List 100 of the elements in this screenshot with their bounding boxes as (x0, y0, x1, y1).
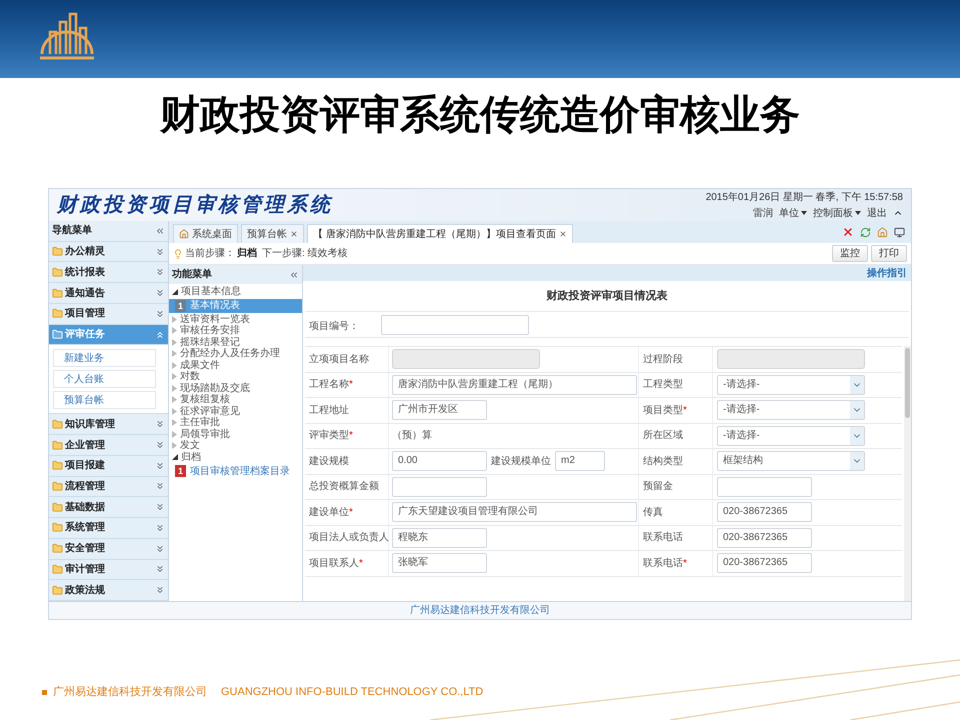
nav-item[interactable]: 基础数据 (49, 497, 168, 518)
home-icon (179, 229, 189, 239)
copyright-text: 广州易达建信科技开发有限公司 (410, 604, 550, 618)
nav-item[interactable]: 企业管理 (49, 435, 168, 456)
submenu-item[interactable]: 个人台账 (53, 370, 156, 388)
header-link[interactable]: 雷润 (753, 206, 773, 220)
field-label: 传真 (643, 506, 663, 520)
submenu-item[interactable]: 预算台帐 (53, 391, 156, 410)
folder-icon (52, 288, 63, 299)
tab[interactable]: 预算台帐 (241, 224, 304, 243)
expand-icon (155, 308, 165, 319)
tree-item[interactable]: 复核组复核 (180, 394, 230, 406)
expand-icon (155, 460, 165, 471)
nav-title: 导航菜单 (52, 223, 92, 238)
tree-item[interactable]: 归档 (181, 452, 201, 463)
nav-item[interactable]: 审计管理 (49, 560, 168, 580)
tree-item[interactable]: 送审资料一览表 (180, 314, 250, 325)
field-label: 建设规模 (309, 454, 349, 469)
submenu-item[interactable]: 新建业务 (53, 349, 156, 368)
folder-icon (52, 246, 63, 258)
field-label: 建设规模单位 (491, 454, 551, 469)
field-label: 项目联系人* (309, 556, 363, 571)
date-time: 2015年01月26日 星期一 春季, 下午 15:57:58 (706, 190, 903, 204)
expanded-arrow-icon[interactable] (172, 454, 178, 460)
folder-icon (52, 329, 63, 340)
tree-item[interactable]: 主任审批 (180, 417, 220, 428)
tree-item[interactable]: 现场踏勘及交底 (180, 382, 250, 394)
input-field[interactable]: 0.00 (392, 451, 487, 472)
expand-icon (155, 481, 165, 492)
expand-icon (155, 440, 165, 450)
folder-icon (52, 440, 63, 450)
input-field[interactable]: 020-38672365 (717, 502, 812, 522)
input-field[interactable]: 020-38672365 (717, 553, 812, 574)
input-field[interactable] (392, 476, 487, 497)
folder-icon (52, 564, 63, 575)
close-icon[interactable] (558, 230, 567, 238)
input-field[interactable]: 020-38672365 (717, 528, 812, 548)
window-icon[interactable] (894, 226, 905, 238)
close-icon[interactable] (842, 226, 854, 238)
footer-company: 广州易达建信科技开发有限公司 (53, 684, 207, 700)
expand-icon (155, 267, 165, 278)
header-link[interactable]: 退出 (867, 206, 887, 220)
input-field[interactable] (717, 476, 812, 497)
tree-item[interactable]: 摇珠结果登记 (180, 336, 240, 348)
field-label: 项目法人或负责人 (309, 530, 389, 546)
select-field[interactable]: -请选择- (717, 374, 865, 395)
expanded-arrow-icon[interactable] (172, 288, 178, 295)
input-field[interactable]: 张晓军 (392, 553, 487, 574)
action-button[interactable]: 打印 (871, 245, 907, 262)
folder-icon (52, 418, 63, 430)
input-field[interactable]: 唐家消防中队营房重建工程（尾期） (392, 374, 637, 395)
tree-item[interactable]: 发文 (180, 440, 200, 452)
scrollbar[interactable] (904, 346, 911, 601)
nav-item[interactable]: 通知通告 (49, 283, 168, 304)
select-field[interactable]: -请选择- (717, 400, 865, 420)
header-link[interactable]: 控制面板 (813, 206, 861, 220)
field-value: （预）算 (392, 429, 432, 444)
input-field[interactable]: 广州市开发区 (392, 400, 487, 420)
field-label: 工程名称* (309, 378, 353, 392)
field-label: 项目类型* (643, 404, 687, 418)
close-icon[interactable] (290, 230, 298, 238)
field-label: 结构类型 (643, 454, 683, 469)
tree-item[interactable]: 审核任务安排 (180, 325, 240, 336)
nav-item[interactable]: 安全管理 (49, 538, 168, 560)
tree-item[interactable]: 成果文件 (180, 360, 220, 371)
expand-icon (155, 564, 165, 574)
nav-item[interactable]: 知识库管理 (49, 414, 168, 436)
nav-item[interactable]: 系统管理 (49, 518, 168, 539)
guide-link[interactable]: 操作指引 (867, 266, 907, 280)
field-label: 联系电话* (643, 556, 687, 571)
nav-item[interactable]: 流程管理 (49, 476, 168, 498)
input-field[interactable] (381, 314, 529, 334)
expand-icon (155, 246, 165, 257)
number-badge: 1 (175, 465, 186, 477)
tree-item[interactable]: 项目基本信息 (181, 286, 241, 298)
refresh-icon[interactable] (860, 226, 871, 238)
select-field[interactable]: -请选择- (717, 426, 865, 446)
input-field[interactable]: 程晓东 (392, 528, 487, 548)
nav-item[interactable]: 办公精灵 (49, 242, 168, 262)
input-field[interactable]: m2 (555, 451, 605, 472)
input-field[interactable]: 广东天望建设项目管理有限公司 (392, 502, 637, 522)
tree-item[interactable]: 分配经办人及任务办理 (180, 348, 280, 360)
folder-icon (52, 502, 63, 513)
expand-icon (155, 288, 165, 298)
lightbulb-icon (173, 248, 183, 258)
tree-item[interactable]: 局领导审批 (180, 428, 230, 440)
folder-icon (52, 480, 63, 492)
tree-item[interactable]: 对数 (180, 371, 200, 382)
tab[interactable]: 【 唐家消防中队营房重建工程（尾期）】项目查看页面 (307, 224, 573, 243)
tree-leaf[interactable]: 1 基本情况表 (169, 298, 302, 312)
nav-item[interactable]: 统计报表 (49, 262, 168, 284)
tree-leaf[interactable]: 1 项目审核管理档案目录 (169, 464, 302, 478)
tab[interactable]: 系统桌面 (173, 224, 238, 243)
field-label: 所在区域 (643, 428, 683, 444)
tree-item[interactable]: 征求评审意见 (180, 406, 240, 417)
select-field[interactable]: 框架结构 (717, 451, 865, 472)
nav-item[interactable]: 项目报建 (49, 456, 168, 477)
action-button[interactable]: 监控 (832, 245, 868, 262)
home-icon[interactable] (877, 226, 888, 238)
header-link[interactable]: 单位 (779, 206, 807, 220)
